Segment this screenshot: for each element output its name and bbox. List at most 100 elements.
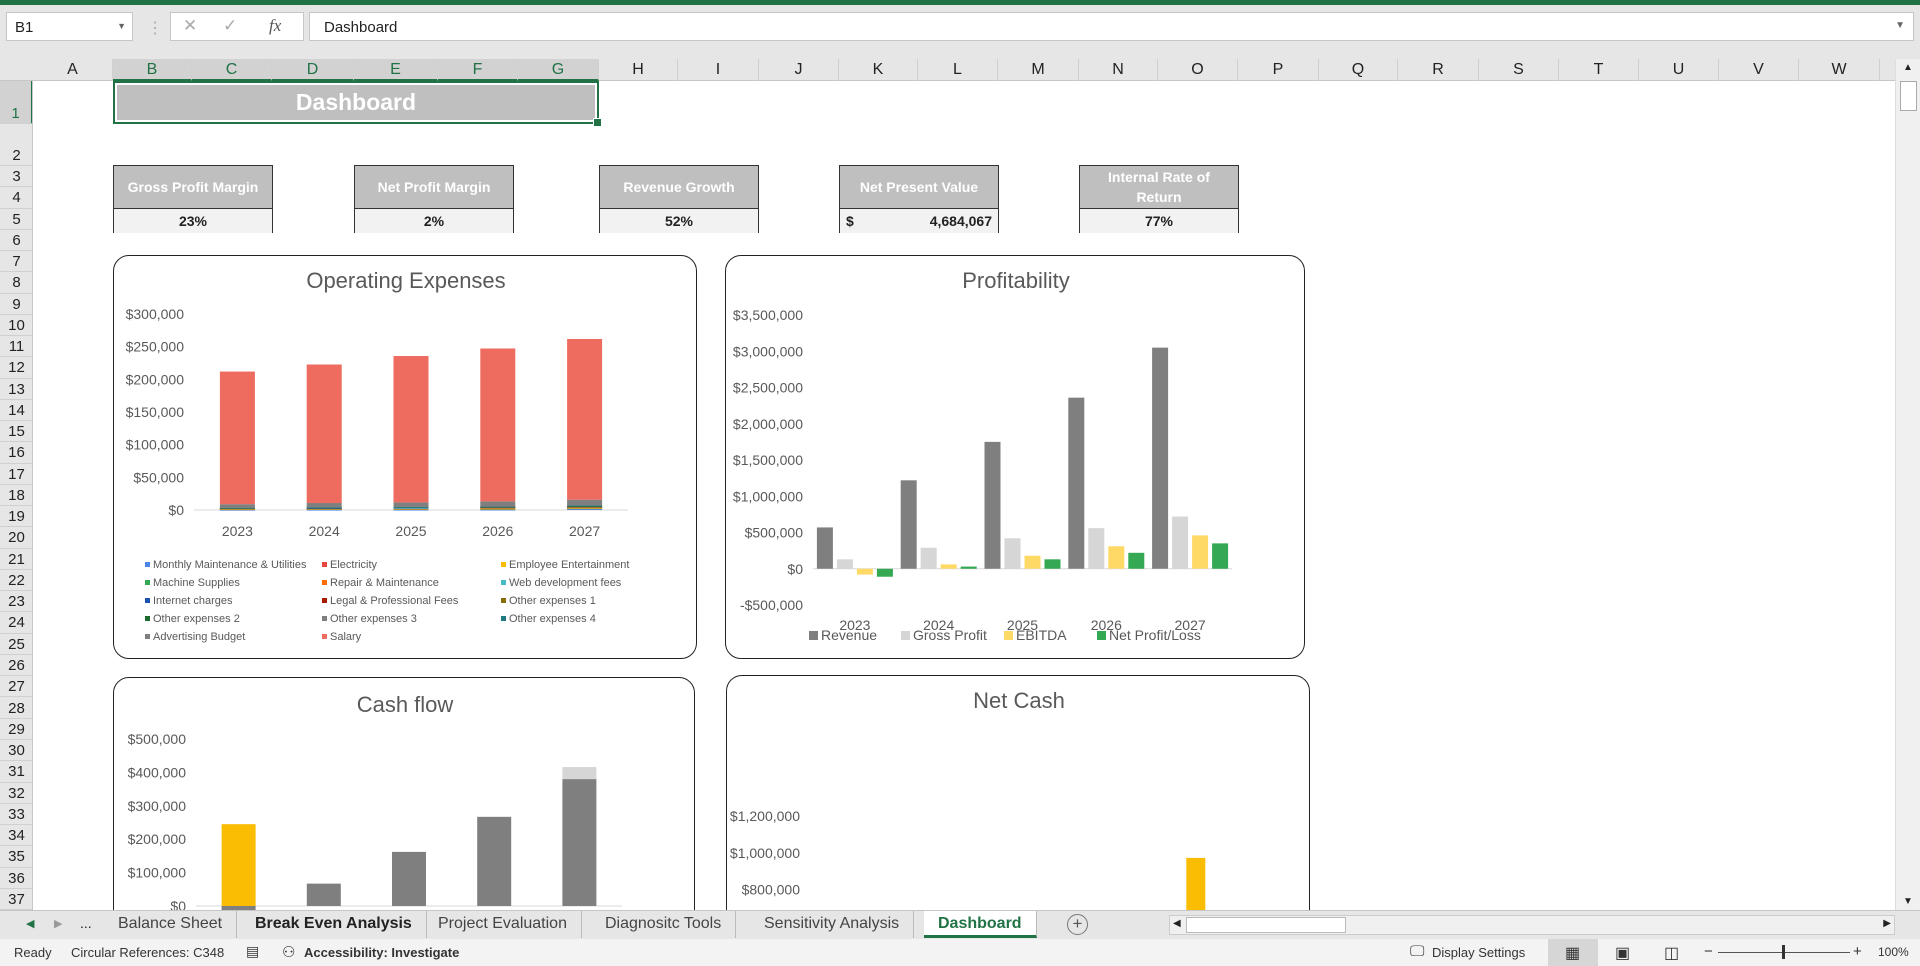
zoom-out-button[interactable]: − [1704, 943, 1713, 960]
bar-segment[interactable] [393, 356, 429, 503]
column-header-l[interactable]: L [918, 59, 998, 81]
bar-segment[interactable] [477, 816, 512, 906]
row-header-6[interactable]: 6 [0, 230, 32, 252]
bar[interactable] [1004, 538, 1021, 569]
profitability-chart[interactable]: Profitability -$500,000 $0 $500,000 $1,000,0… [725, 255, 1305, 659]
enter-icon[interactable]: ✓ [223, 16, 237, 36]
bar[interactable] [1172, 516, 1189, 569]
row-header-13[interactable]: 13 [0, 379, 32, 400]
zoom-slider-thumb[interactable] [1782, 945, 1785, 959]
page-break-view-icon[interactable]: ◫ [1664, 943, 1679, 963]
bar-segment[interactable] [480, 506, 516, 508]
row-header-34[interactable]: 34 [0, 825, 32, 847]
sheet-tab-sensitivity-analysis[interactable]: Sensitivity Analysis [750, 911, 915, 938]
dashboard-title-cell[interactable]: Dashboard [113, 81, 602, 127]
bar-segment[interactable] [392, 851, 426, 906]
row-header-9[interactable]: 9 [0, 294, 32, 315]
bar-segment[interactable] [562, 779, 597, 906]
bar[interactable] [1044, 559, 1061, 569]
kpi-value[interactable]: 52% [600, 209, 758, 233]
bar[interactable] [920, 547, 937, 569]
row-header-22[interactable]: 22 [0, 570, 32, 592]
row-header-29[interactable]: 29 [0, 719, 32, 740]
expand-formula-icon[interactable]: ▼ [1895, 20, 1905, 31]
row-header-5[interactable]: 5 [0, 209, 32, 230]
legend-item[interactable]: Employee Entertainment [501, 559, 629, 571]
sheet-tab-project-evaluation[interactable]: Project Evaluation [424, 911, 582, 938]
operating-expenses-chart[interactable]: Operating Expenses $0 $50,000 $100,000 $150,… [113, 255, 697, 659]
bar-segment[interactable] [219, 504, 255, 508]
drag-handle-icon[interactable]: ⋮ [147, 18, 163, 38]
normal-view-button[interactable]: ▦ [1548, 939, 1598, 966]
legend-item[interactable]: Revenue [809, 627, 877, 643]
row-header-20[interactable]: 20 [0, 527, 32, 549]
bar[interactable] [876, 568, 893, 577]
bar-segment[interactable] [393, 502, 429, 507]
formula-input[interactable]: Dashboard ▼ [309, 12, 1914, 41]
sheet-tab-diagnositc-tools[interactable]: Diagnositc Tools [591, 911, 737, 938]
row-header-2[interactable]: 2 [0, 124, 32, 166]
row-header-10[interactable]: 10 [0, 315, 32, 337]
column-header-e[interactable]: E [354, 59, 438, 81]
accessibility-icon[interactable]: ⚇ [282, 943, 295, 961]
column-header-p[interactable]: P [1238, 59, 1319, 81]
scroll-down-icon[interactable]: ▼ [1903, 896, 1913, 907]
row-header-14[interactable]: 14 [0, 400, 32, 422]
row-header-25[interactable]: 25 [0, 634, 32, 655]
insert-function-icon[interactable]: fx [269, 16, 281, 36]
row-header-28[interactable]: 28 [0, 698, 32, 719]
accessibility-status[interactable]: Accessibility: Investigate [304, 945, 459, 960]
bar-segment[interactable] [306, 883, 341, 906]
row-header-1[interactable]: 1 [0, 81, 32, 124]
kpi-value[interactable]: $4,684,067 [840, 209, 998, 233]
bar-segment[interactable] [221, 824, 256, 906]
row-header-17[interactable]: 17 [0, 464, 32, 485]
page-layout-view-icon[interactable]: ▣ [1615, 943, 1630, 963]
bar-segment[interactable] [480, 509, 516, 511]
display-settings[interactable]: Display Settings [1432, 945, 1525, 960]
bar-segment[interactable] [393, 508, 429, 510]
vertical-scroll-thumb[interactable] [1900, 81, 1917, 111]
scroll-up-icon[interactable]: ▲ [1903, 62, 1913, 73]
prev-sheet-icon[interactable]: ◀ [26, 917, 34, 930]
row-header-30[interactable]: 30 [0, 740, 32, 762]
row-header-7[interactable]: 7 [0, 251, 32, 273]
legend-item[interactable]: Other expenses 1 [501, 595, 596, 607]
row-header-4[interactable]: 4 [0, 187, 32, 209]
column-header-t[interactable]: T [1559, 59, 1639, 81]
legend-item[interactable]: Gross Profit [901, 627, 987, 643]
bar-segment[interactable] [480, 501, 516, 507]
legend-item[interactable]: Legal & Professional Fees [322, 595, 459, 607]
column-header-k[interactable]: K [839, 59, 918, 81]
legend-item[interactable]: Web development fees [501, 577, 622, 589]
cash-flow-chart[interactable]: Cash flow $0 $100,000 $200,000 $300,000 $400,… [113, 677, 695, 910]
column-header-r[interactable]: R [1398, 59, 1479, 81]
row-header-11[interactable]: 11 [0, 336, 32, 358]
column-header-f[interactable]: F [438, 59, 518, 81]
row-header-18[interactable]: 18 [0, 485, 32, 507]
zoom-in-button[interactable]: + [1853, 943, 1862, 960]
add-sheet-icon[interactable]: + [1067, 914, 1088, 935]
legend-item[interactable]: Repair & Maintenance [322, 577, 439, 589]
bar[interactable] [816, 527, 833, 569]
bar[interactable] [1128, 552, 1145, 569]
row-header-19[interactable]: 19 [0, 506, 32, 528]
bar-segment[interactable] [480, 348, 516, 502]
chevron-down-icon[interactable]: ▼ [117, 21, 126, 31]
bar[interactable] [1186, 857, 1206, 910]
legend-item[interactable]: Machine Supplies [145, 577, 240, 589]
bar-segment[interactable] [219, 371, 255, 505]
vertical-scrollbar[interactable]: ▲ ▼ [1895, 59, 1920, 910]
legend-item[interactable]: Electricity [322, 559, 378, 571]
column-header-w[interactable]: W [1799, 59, 1880, 81]
macro-record-icon[interactable]: ▤ [246, 943, 259, 960]
kpi-value[interactable]: 77% [1080, 209, 1238, 233]
legend-item[interactable]: Net Profit/Loss [1097, 627, 1201, 643]
bar[interactable] [836, 559, 853, 569]
column-header-g[interactable]: G [518, 59, 599, 81]
bar-segment[interactable] [306, 364, 342, 504]
bar-segment[interactable] [393, 506, 429, 508]
legend-item[interactable]: Other expenses 4 [501, 613, 596, 625]
sheet-tab-break-even-analysis[interactable]: Break Even Analysis [241, 911, 427, 938]
row-header-3[interactable]: 3 [0, 166, 32, 188]
